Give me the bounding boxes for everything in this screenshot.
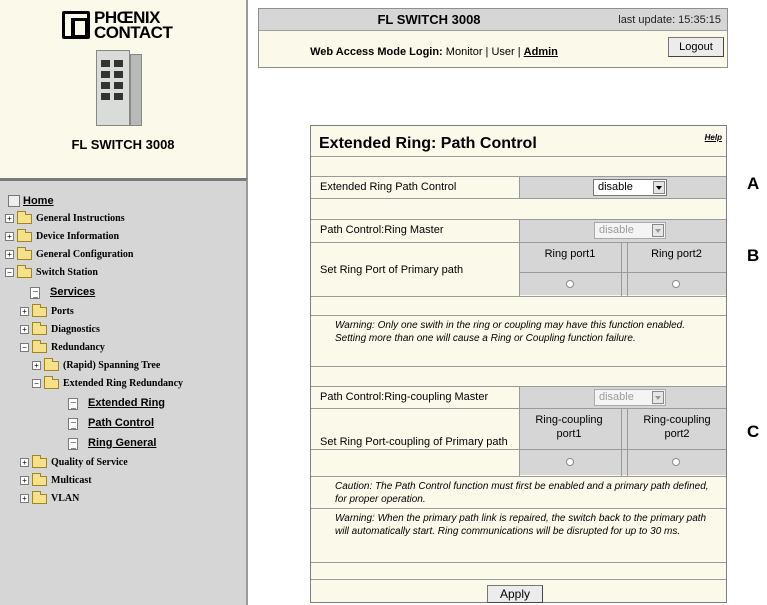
folder-icon — [32, 454, 47, 468]
warning-switch-back: Warning: When the primary path link is r… — [335, 513, 707, 537]
device-name: FL SWITCH 3008 — [71, 137, 175, 152]
device-branding-panel: PHŒNIX CONTACT FL SWITCH 3008 — [0, 0, 248, 178]
nav-extended-ring[interactable]: Extended Ring — [68, 395, 165, 411]
ring-port1-radio[interactable] — [566, 280, 574, 288]
open-folder-icon — [32, 339, 47, 353]
coupling-master-label: Path Control:Ring-coupling Master — [320, 391, 489, 403]
coupling-port1-radio[interactable] — [566, 458, 574, 466]
expand-icon[interactable]: + — [20, 325, 29, 335]
collapse-icon[interactable]: − — [20, 343, 29, 353]
collapse-icon[interactable]: − — [32, 379, 41, 389]
ring-port1-header: Ring port1 — [544, 248, 596, 260]
expand-icon[interactable]: + — [20, 494, 29, 504]
open-folder-icon — [17, 264, 32, 278]
coupling-port1-header: Ring-coupling port1 — [535, 414, 603, 440]
coupling-master-value: disable — [599, 391, 634, 403]
folder-icon — [17, 210, 32, 224]
device-title: FL SWITCH 3008 — [377, 12, 481, 27]
primary-path-label: Set Ring Port of Primary path — [320, 264, 464, 276]
folder-icon — [32, 472, 47, 486]
header-panel: FL SWITCH 3008 last update: 15:35:15 Web… — [258, 8, 728, 68]
folder-icon — [32, 490, 47, 504]
expand-icon[interactable]: + — [32, 361, 41, 371]
page-icon — [68, 417, 78, 430]
coupling-master-select[interactable]: disable — [594, 389, 666, 406]
logo-mark-icon — [62, 11, 90, 39]
open-folder-icon — [44, 375, 59, 389]
expand-icon[interactable]: + — [20, 476, 29, 486]
apply-button[interactable]: Apply — [487, 585, 543, 603]
folder-icon — [17, 246, 32, 260]
nav-ports[interactable]: + Ports — [20, 303, 74, 320]
nav-general-instructions[interactable]: + General Instructions — [5, 210, 125, 227]
nav-rapid-spanning-tree[interactable]: + (Rapid) Spanning Tree — [32, 357, 160, 374]
title-bar: FL SWITCH 3008 last update: 15:35:15 — [259, 9, 727, 31]
folder-icon — [17, 228, 32, 242]
nav-device-information[interactable]: + Device Information — [5, 228, 119, 245]
chevron-down-icon — [652, 224, 664, 237]
nav-path-control[interactable]: Path Control — [68, 415, 154, 431]
expand-icon[interactable]: + — [5, 250, 14, 260]
switch-device-image — [96, 46, 146, 128]
nav-general-configuration[interactable]: + General Configuration — [5, 246, 134, 263]
ring-master-select[interactable]: disable — [594, 222, 666, 239]
login-prefix: Web Access Mode Login: — [310, 46, 443, 58]
ring-path-control-select[interactable]: disable — [593, 179, 667, 196]
help-link[interactable]: Help — [705, 133, 722, 142]
callout-marker-c: C — [747, 422, 760, 441]
ring-master-value: disable — [599, 224, 634, 236]
collapse-icon[interactable]: − — [5, 268, 14, 278]
ring-master-label: Path Control:Ring Master — [320, 224, 444, 236]
login-mode-text: Web Access Mode Login: Monitor | User | … — [259, 46, 609, 58]
caution-note: Caution: The Path Control function must … — [335, 481, 709, 505]
callout-marker-b: B — [747, 246, 760, 265]
folder-icon — [32, 303, 47, 317]
logout-button[interactable]: Logout — [668, 37, 724, 57]
expand-icon[interactable]: + — [5, 232, 14, 242]
page-icon — [30, 286, 40, 299]
nav-diagnostics[interactable]: + Diagnostics — [20, 321, 100, 338]
warning-single-switch: Warning: Only one swith in the ring or c… — [335, 320, 686, 344]
phoenix-contact-logo: PHŒNIX CONTACT — [62, 9, 180, 44]
page-icon — [68, 397, 78, 410]
page-icon — [68, 437, 78, 450]
ring-path-control-label: Extended Ring Path Control — [320, 181, 457, 193]
navigation-tree: Home + General Instructions + Device Infor… — [0, 178, 248, 605]
nav-home-link[interactable]: Home — [23, 195, 54, 207]
nav-extended-ring-redundancy[interactable]: − Extended Ring Redundancy — [32, 375, 183, 392]
nav-multicast[interactable]: + Multicast — [20, 472, 92, 489]
path-control-panel: Extended Ring: Path Control Help Extende… — [310, 125, 727, 603]
nav-home[interactable]: Home — [8, 193, 54, 209]
folder-icon — [32, 321, 47, 335]
chevron-down-icon — [653, 181, 665, 194]
nav-vlan[interactable]: + VLAN — [20, 490, 79, 507]
expand-icon[interactable]: + — [20, 458, 29, 468]
expand-icon[interactable]: + — [20, 307, 29, 317]
coupling-primary-label: Set Ring Port-coupling of Primary path — [320, 436, 508, 448]
ring-port2-radio[interactable] — [672, 280, 680, 288]
nav-quality-of-service[interactable]: + Quality of Service — [20, 454, 128, 471]
folder-icon — [44, 357, 59, 371]
callout-marker-a: A — [747, 174, 760, 193]
panel-title: Extended Ring: Path Control — [319, 135, 537, 152]
nav-switch-station[interactable]: − Switch Station — [5, 264, 98, 281]
last-update-text: last update: 15:35:15 — [618, 14, 721, 26]
logo-text-line2: CONTACT — [94, 23, 173, 42]
expand-icon[interactable]: + — [5, 214, 14, 224]
ring-path-control-value: disable — [598, 181, 633, 193]
nav-services[interactable]: Services — [30, 284, 95, 300]
home-icon — [8, 195, 20, 208]
ring-port2-header: Ring port2 — [651, 248, 702, 260]
chevron-down-icon — [652, 391, 664, 404]
nav-ring-general[interactable]: Ring General — [68, 435, 156, 451]
coupling-port2-header: Ring-coupling port2 — [643, 414, 711, 440]
nav-redundancy[interactable]: − Redundancy — [20, 339, 105, 356]
login-admin-link[interactable]: Admin — [524, 46, 558, 58]
coupling-port2-radio[interactable] — [672, 458, 680, 466]
login-modes: Monitor | User | — [445, 46, 521, 58]
